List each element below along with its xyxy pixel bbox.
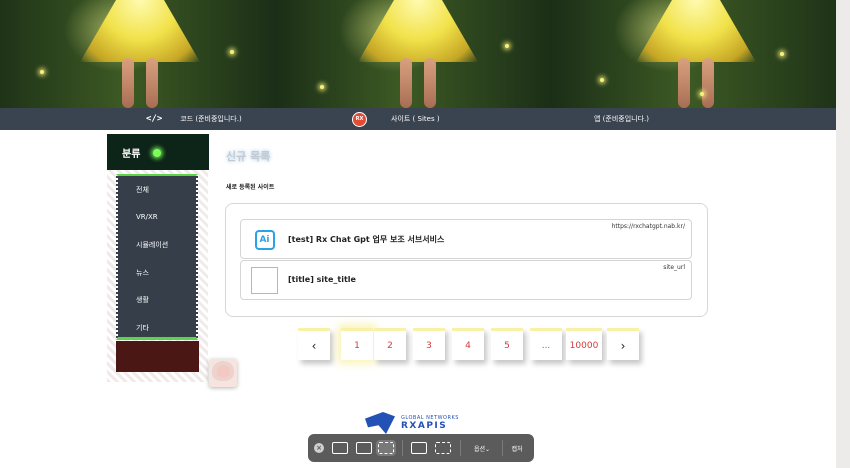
sidebar-footer xyxy=(116,341,199,372)
sidebar-item-simulation[interactable]: 시뮬레이션 xyxy=(136,240,168,250)
site-card[interactable]: Ai [test] Rx Chat Gpt 업무 보조 서브서비스 https:… xyxy=(240,219,692,259)
banner-leg xyxy=(122,58,134,108)
firefly xyxy=(505,44,509,48)
firefly xyxy=(40,70,44,74)
pagination-prev-button[interactable]: ‹ xyxy=(298,328,330,360)
pagination-page-1[interactable]: 1 xyxy=(341,328,373,360)
banner-image-panel xyxy=(0,0,278,108)
sidebar-item-vr-xr[interactable]: VR/XR xyxy=(136,213,158,221)
record-full-screen-button[interactable] xyxy=(408,440,430,456)
avatar-face xyxy=(217,365,230,378)
site-url[interactable]: https://rxchatgpt.nab.kr/ xyxy=(612,223,685,230)
rx-logo-icon: RX xyxy=(352,111,367,127)
record-selection-icon xyxy=(435,442,451,454)
page-title: 신규 목록 xyxy=(226,150,271,163)
sidebar-item-news[interactable]: 뉴스 xyxy=(136,268,149,278)
pagination-page-3[interactable]: 3 xyxy=(413,328,445,360)
sidebar-header: 분류 xyxy=(107,134,209,170)
record-screen-icon xyxy=(411,442,427,454)
banner-image-panel xyxy=(556,0,834,108)
banner-leg xyxy=(424,58,436,108)
record-selection-button[interactable] xyxy=(432,440,454,456)
sidebar-menu: 전체 VR/XR 시뮬레이션 뉴스 생활 기타 xyxy=(116,174,198,340)
selection-icon xyxy=(378,442,394,454)
banner-dress xyxy=(358,0,478,62)
capture-window-button[interactable] xyxy=(354,440,374,456)
logo-name: RXAPIS xyxy=(401,421,448,431)
banner-dress xyxy=(636,0,756,62)
screen-capture-toolbar: × 옵션⌄ 캡처 xyxy=(308,434,534,462)
firefly xyxy=(600,78,604,82)
avatar[interactable] xyxy=(209,359,237,387)
site-card[interactable]: [title] site_title site_url xyxy=(240,260,692,300)
nav-app[interactable]: 앱 (준비중입니다.) xyxy=(594,108,649,130)
pagination-page-5[interactable]: 5 xyxy=(491,328,523,360)
nav-code[interactable]: </> 코드 (준비중입니다.) xyxy=(146,108,242,130)
nav-app-label: 앱 (준비중입니다.) xyxy=(594,115,649,123)
sidebar-item-life[interactable]: 생활 xyxy=(136,295,149,305)
firefly xyxy=(320,85,324,89)
code-icon: </> xyxy=(146,114,163,124)
nav-code-label: 코드 (준비중입니다.) xyxy=(180,115,242,123)
banner-leg xyxy=(702,58,714,108)
rxapis-logo-icon xyxy=(365,412,395,434)
pagination-page-4[interactable]: 4 xyxy=(452,328,484,360)
toolbar-divider xyxy=(502,440,503,456)
top-navbar: </> 코드 (준비중입니다.) RX 사이트 ( Sites ) 앱 (준비중… xyxy=(0,108,836,130)
nav-sites[interactable]: RX 사이트 ( Sites ) xyxy=(352,108,440,130)
capture-full-screen-button[interactable] xyxy=(330,440,350,456)
logo-wing xyxy=(365,412,395,434)
ai-chip-icon: Ai xyxy=(251,226,278,253)
banner-leg xyxy=(400,58,412,108)
site-url[interactable]: site_url xyxy=(663,264,685,271)
toolbar-divider xyxy=(460,440,461,456)
logo-text: GLOBAL NETWORKS RXAPIS xyxy=(401,415,459,431)
firefly xyxy=(700,92,704,96)
capture-options-button[interactable]: 옵션⌄ xyxy=(468,440,496,456)
site-title[interactable]: [test] Rx Chat Gpt 업무 보조 서브서비스 xyxy=(288,234,444,245)
pagination-next-button[interactable]: › xyxy=(607,328,639,360)
header-banner xyxy=(0,0,836,108)
capture-close-button[interactable]: × xyxy=(314,443,324,453)
pagination-ellipsis[interactable]: ... xyxy=(530,328,562,360)
status-dot-icon xyxy=(153,149,161,157)
broken-image-icon xyxy=(251,267,278,294)
capture-selection-button[interactable] xyxy=(376,440,396,456)
site-title[interactable]: [title] site_title xyxy=(288,275,356,284)
banner-leg xyxy=(146,58,158,108)
ai-chip-label: Ai xyxy=(254,229,275,250)
footer-logo[interactable]: GLOBAL NETWORKS RXAPIS xyxy=(365,412,459,434)
window-icon xyxy=(356,442,372,454)
sidebar-title: 분류 xyxy=(122,148,141,160)
page: </> 코드 (준비중입니다.) RX 사이트 ( Sites ) 앱 (준비중… xyxy=(0,0,850,468)
window-edge xyxy=(836,0,850,468)
firefly xyxy=(780,52,784,56)
nav-sites-label: 사이트 ( Sites ) xyxy=(391,115,440,123)
banner-image-panel xyxy=(278,0,556,108)
banner-dress xyxy=(80,0,200,62)
firefly xyxy=(230,50,234,54)
sidebar-item-other[interactable]: 기타 xyxy=(136,323,149,333)
toolbar-divider xyxy=(402,440,403,456)
full-screen-icon xyxy=(332,442,348,454)
section-subtitle: 새로 등록된 사이트 xyxy=(226,184,275,191)
pagination-page-2[interactable]: 2 xyxy=(374,328,406,360)
capture-button[interactable]: 캡처 xyxy=(506,440,528,456)
pagination-page-last[interactable]: 10000 xyxy=(566,328,602,360)
banner-leg xyxy=(678,58,690,108)
sidebar-item-all[interactable]: 전체 xyxy=(136,185,149,195)
